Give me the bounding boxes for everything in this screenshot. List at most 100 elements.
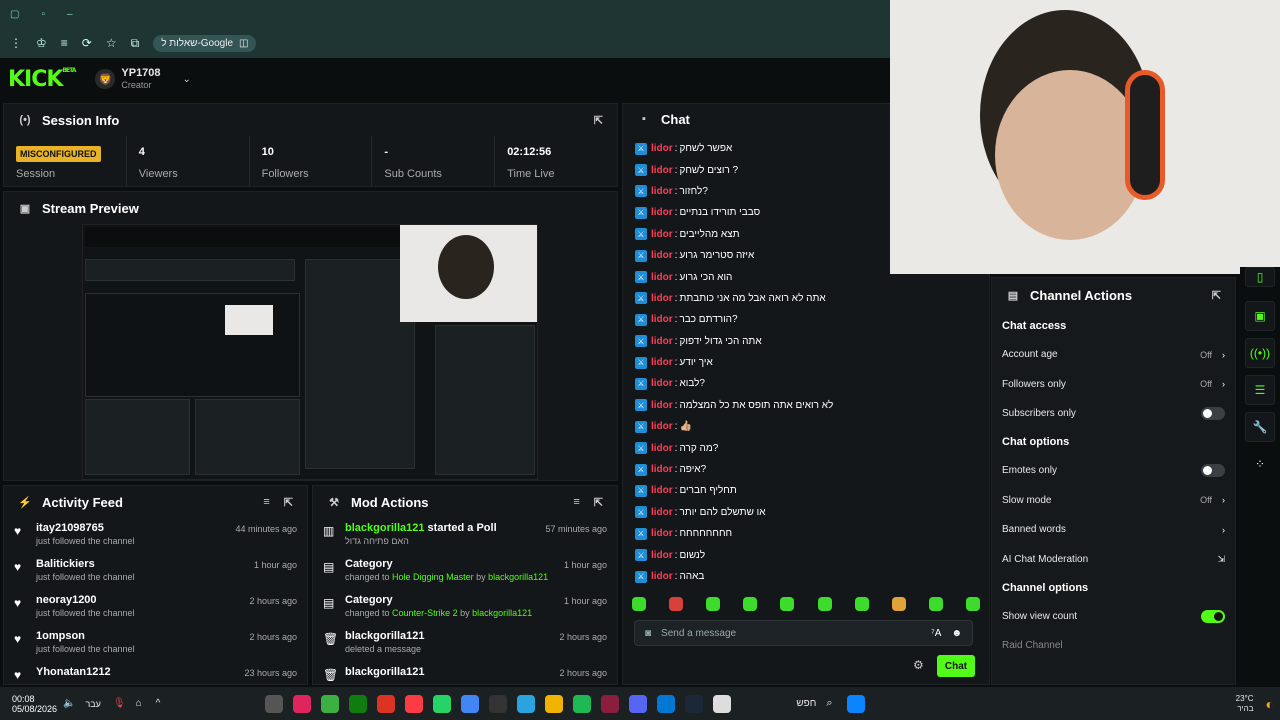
feed-username[interactable]: Yhonatan1212 — [36, 666, 234, 679]
search-icon[interactable]: ⌕ — [826, 697, 832, 710]
network-icon[interactable]: ⌂ — [136, 698, 142, 709]
rail-broadcast-icon[interactable]: ((•)) — [1245, 338, 1275, 368]
setting-show-view-count[interactable]: Show view count — [992, 602, 1235, 631]
chat-username[interactable]: lidor — [651, 272, 673, 283]
filter-icon[interactable]: ≡ — [263, 496, 269, 509]
tiktok-icon[interactable] — [293, 694, 312, 713]
mic-icon[interactable]: 🎙 — [113, 698, 126, 709]
filter-icon[interactable]: ≡ — [573, 496, 579, 509]
discord-icon[interactable] — [629, 694, 648, 713]
chat-username[interactable]: lidor — [651, 336, 673, 347]
tab-search-icon[interactable]: ⧉ — [131, 36, 140, 51]
weather-widget[interactable]: 23°C בהיר — [1236, 694, 1254, 714]
translate-icon[interactable]: ⁷A — [931, 628, 941, 639]
chat-username[interactable]: lidor — [651, 550, 673, 561]
mod-action-title[interactable]: blackgorilla121 — [345, 666, 549, 679]
app-icon[interactable] — [601, 694, 620, 713]
rail-layout-icon[interactable]: ☰ — [1245, 375, 1275, 405]
popout-icon[interactable]: ⇱ — [594, 496, 603, 509]
rail-apps-icon[interactable]: ⁘ — [1245, 449, 1275, 479]
setting-slow-mode[interactable]: Slow mode Off › — [992, 486, 1235, 515]
feed-username[interactable]: 1ompson — [36, 630, 239, 643]
send-chat-button[interactable]: Chat — [937, 655, 975, 677]
refresh-icon[interactable]: ⟳ — [82, 36, 92, 50]
popout-icon[interactable]: ⇱ — [594, 114, 603, 127]
mod-username[interactable]: blackgorilla121 — [488, 572, 548, 582]
chat-username[interactable]: lidor — [651, 421, 673, 432]
chat-username[interactable]: lidor — [651, 314, 673, 325]
tray-chevron-icon[interactable]: ^ — [156, 698, 161, 709]
music-icon[interactable] — [405, 694, 424, 713]
volume-icon[interactable]: 🔈 — [63, 698, 75, 709]
mod-username[interactable]: blackgorilla121 — [472, 608, 532, 618]
emote-icon[interactable] — [780, 597, 795, 611]
steam-icon[interactable] — [685, 694, 704, 713]
bookmark-star-icon[interactable]: ☆ — [106, 36, 117, 50]
taskbar-clock[interactable]: 00:08 05/08/2026 — [0, 694, 57, 714]
setting-subscribers-only[interactable]: Subscribers only — [992, 399, 1235, 428]
chat-username[interactable]: lidor — [651, 485, 673, 496]
app-icon[interactable] — [377, 694, 396, 713]
emote-icon[interactable] — [706, 597, 721, 611]
chevron-down-icon[interactable]: ⌄ — [183, 74, 191, 85]
popout-icon[interactable]: ⇱ — [284, 496, 293, 509]
emote-icon[interactable] — [817, 597, 832, 611]
toggle-switch[interactable] — [1201, 609, 1225, 623]
chat-username[interactable]: lidor — [651, 464, 673, 475]
user-block[interactable]: YP1708 Creator — [121, 67, 160, 91]
chat-username[interactable]: lidor — [651, 229, 673, 240]
folder-icon[interactable] — [545, 694, 564, 713]
app-icon[interactable] — [321, 694, 340, 713]
emote-icon[interactable] — [891, 597, 906, 611]
setting-emotes-only[interactable]: Emotes only — [992, 456, 1235, 485]
rail-chat-icon[interactable]: ▣ — [1245, 301, 1275, 331]
store-icon[interactable] — [657, 694, 676, 713]
chat-username[interactable]: lidor — [651, 293, 673, 304]
window-tab-icon[interactable]: ▫ — [41, 9, 45, 20]
emote-icon[interactable] — [743, 597, 758, 611]
window-minimize-icon[interactable]: – — [67, 9, 73, 20]
chat-username[interactable]: lidor — [651, 186, 673, 197]
rail-wrench-icon[interactable]: 🔧 — [1245, 412, 1275, 442]
kick-logo[interactable]: KICKBETA — [8, 67, 76, 92]
gear-icon[interactable]: ⚙ — [913, 658, 924, 672]
chat-mode-icon[interactable]: ◙ — [645, 628, 651, 639]
xbox-icon[interactable] — [349, 694, 368, 713]
feed-username[interactable]: neoray1200 — [36, 594, 239, 607]
toggle-switch[interactable] — [1201, 406, 1225, 420]
avatar[interactable]: 🦁 — [95, 69, 116, 89]
chrome-icon[interactable] — [461, 694, 480, 713]
search-label[interactable]: חפש — [796, 698, 816, 709]
whatsapp-icon[interactable] — [433, 694, 452, 713]
setting-ai-chat-moderation[interactable]: AI Chat Moderation ⇲ — [992, 544, 1235, 573]
chat-username[interactable]: lidor — [651, 143, 673, 154]
emote-icon[interactable] — [965, 597, 980, 611]
mod-target[interactable]: Hole Digging Master — [392, 572, 474, 582]
windows-start-icon[interactable] — [846, 694, 865, 713]
setting-raid-channel[interactable]: Raid Channel — [992, 631, 1235, 660]
reading-list-icon[interactable]: ≡ — [61, 36, 68, 50]
mod-action-title[interactable]: blackgorilla121 — [345, 630, 549, 643]
chat-username[interactable]: lidor — [651, 207, 673, 218]
chat-username[interactable]: lidor — [651, 443, 673, 454]
feed-username[interactable]: Balitickiers — [36, 558, 244, 571]
stream-preview-video[interactable] — [82, 224, 538, 480]
chat-username[interactable]: lidor — [651, 357, 673, 368]
emoji-icon[interactable]: ☻ — [951, 628, 962, 639]
chat-username[interactable]: lidor — [651, 165, 673, 176]
chat-username[interactable]: lidor — [651, 528, 673, 539]
spotify-icon[interactable] — [573, 694, 592, 713]
chat-username[interactable]: lidor — [651, 571, 673, 582]
chat-username[interactable]: lidor — [651, 250, 673, 261]
extension-icon[interactable]: ♔ — [36, 36, 47, 50]
popout-icon[interactable]: ⇱ — [1212, 289, 1221, 302]
setting-followers-only[interactable]: Followers only Off › — [992, 369, 1235, 398]
telegram-icon[interactable] — [517, 694, 536, 713]
emote-icon[interactable] — [928, 597, 943, 611]
emote-icon[interactable] — [854, 597, 869, 611]
rail-doc-icon[interactable]: ▯ — [1245, 267, 1275, 287]
language-indicator[interactable]: עבר — [85, 699, 100, 709]
emote-icon[interactable] — [632, 597, 646, 611]
app-icon[interactable] — [265, 694, 284, 713]
chat-username[interactable]: lidor — [651, 507, 673, 518]
